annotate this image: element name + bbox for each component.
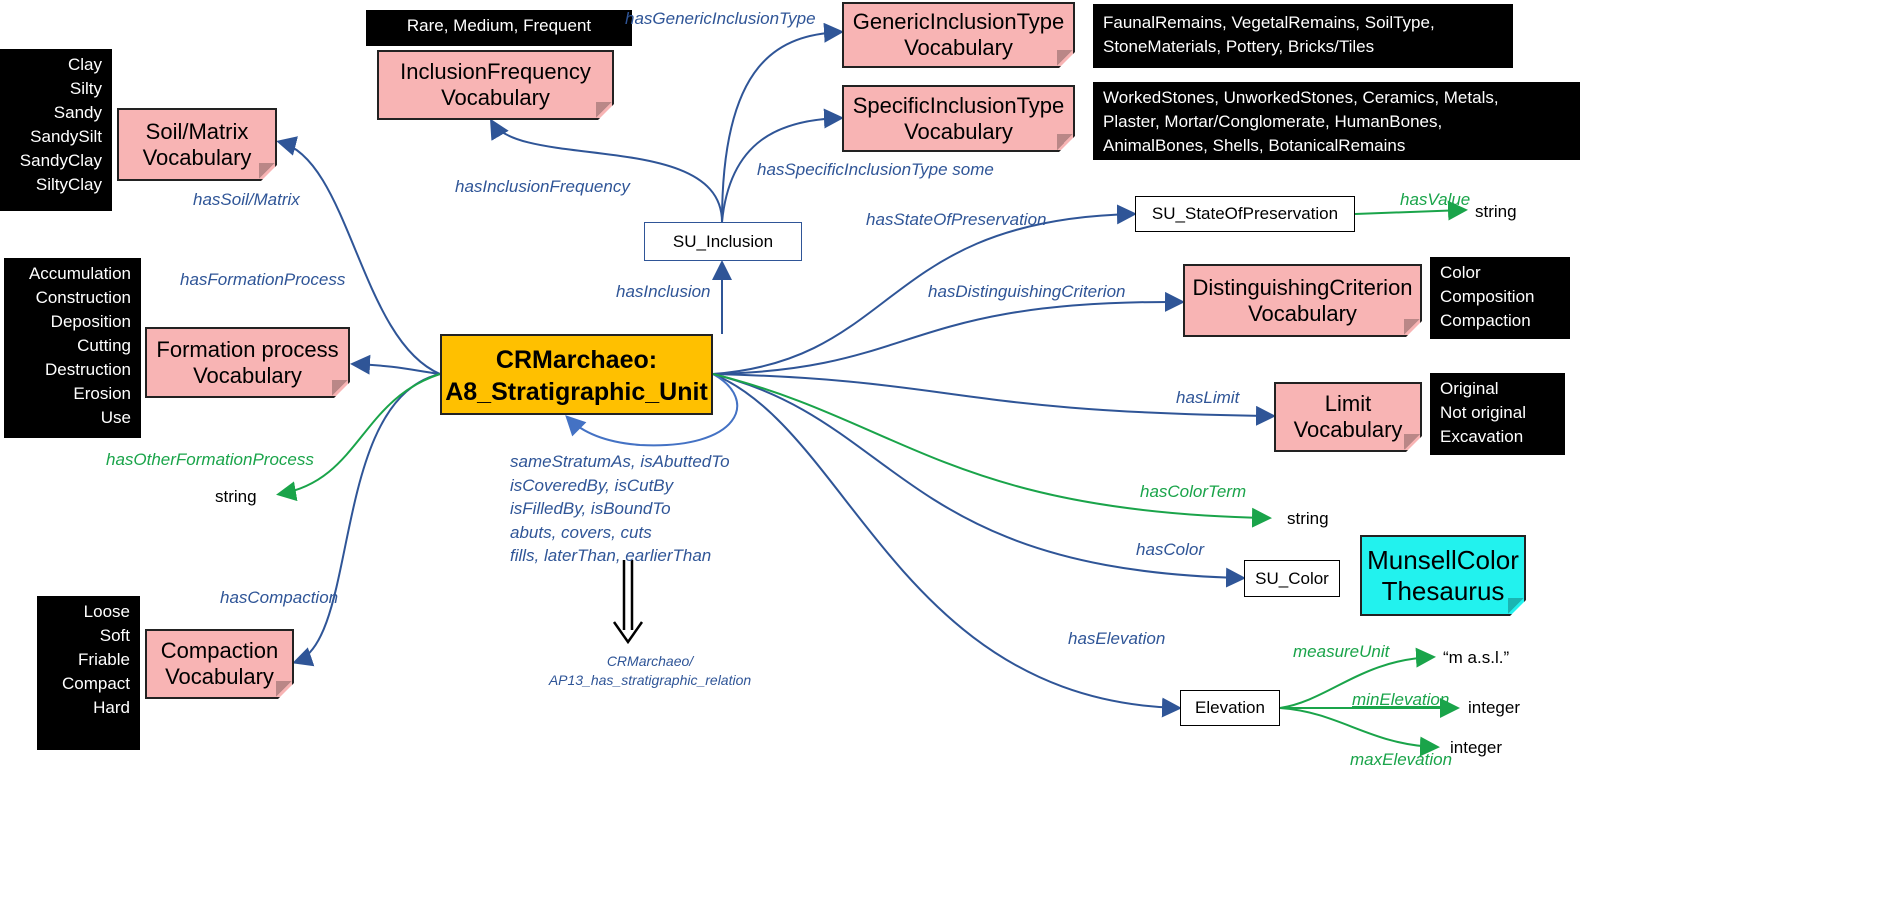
max-elevation-integer-literal: integer <box>1450 738 1502 757</box>
label-has-compaction: hasCompaction <box>220 588 339 607</box>
frequency-values-list: Rare, Medium, Frequent <box>366 10 632 46</box>
central-line1: CRMarchaeo: <box>495 346 658 374</box>
label-has-soil-matrix: hasSoil/Matrix <box>193 190 300 209</box>
label-has-inclusion-frequency: hasInclusionFrequency <box>455 177 630 196</box>
label-max-elevation: maxElevation <box>1350 750 1453 769</box>
generic-inclusion-type-vocabulary[interactable]: GenericInclusionType Vocabulary <box>842 2 1075 68</box>
masl-literal: “m a.s.l.” <box>1443 648 1510 667</box>
label-measure-unit: measureUnit <box>1293 642 1390 661</box>
label-min-elevation: minElevation <box>1352 690 1450 709</box>
label-has-elevation: hasElevation <box>1068 629 1166 648</box>
limit-values-list: Original Not original Excavation <box>1430 373 1565 455</box>
central-line2: A8_Stratigraphic_Unit <box>445 378 708 406</box>
other-formation-string-literal: string <box>215 487 257 506</box>
label-has-limit: hasLimit <box>1176 388 1240 407</box>
generic-values-list: FaunalRemains, VegetalRemains, SoilType,… <box>1093 4 1513 68</box>
min-elevation-integer-literal: integer <box>1468 698 1520 717</box>
edge-has-compaction <box>292 373 441 667</box>
edge-max-elevation <box>1279 707 1440 757</box>
edge-has-formation-process <box>350 354 441 375</box>
elevation-class[interactable]: Elevation <box>1180 690 1280 726</box>
stratigraphic-super-property: CRMarchaeo/AP13_has_stratigraphic_relati… <box>548 653 752 688</box>
label-has-other-formation-process: hasOtherFormationProcess <box>106 450 314 469</box>
formation-values-list: Accumulation Construction Deposition Cuttin… <box>4 258 141 438</box>
stratigraphic-relations-list: sameStratumAs, isAbuttedTo isCoveredBy, i… <box>510 452 730 565</box>
label-has-color-term: hasColorTerm <box>1140 482 1247 501</box>
distinguishing-criterion-vocabulary[interactable]: DistinguishingCriterion Vocabulary <box>1183 264 1422 337</box>
color-term-string-literal: string <box>1287 509 1329 528</box>
criterion-values-list: Color Composition Compaction <box>1430 257 1570 339</box>
label-has-specific-inclusion-type: hasSpecificInclusionType some <box>757 160 994 179</box>
edge-has-distinguishing-criterion <box>712 291 1185 375</box>
label-has-value: hasValue <box>1400 190 1471 209</box>
specific-values-list: WorkedStones, UnworkedStones, Ceramics, … <box>1093 82 1580 160</box>
label-has-distinguishing-criterion: hasDistinguishingCriterion <box>928 282 1126 301</box>
compaction-values-list: Loose Soft Friable Compact Hard <box>37 596 140 750</box>
edge-has-generic-inclusion-type <box>721 22 844 223</box>
formation-process-vocabulary[interactable]: Formation process Vocabulary <box>145 327 350 398</box>
central-node-stratigraphic-unit[interactable]: CRMarchaeo: A8_Stratigraphic_Unit <box>440 334 713 415</box>
label-has-formation-process: hasFormationProcess <box>180 270 346 289</box>
label-has-generic-inclusion-type: hasGenericInclusionType <box>625 9 816 28</box>
label-has-color: hasColor <box>1136 540 1205 559</box>
su-color-class[interactable]: SU_Color <box>1244 560 1340 597</box>
munsell-color-thesaurus[interactable]: MunsellColor Thesaurus <box>1360 535 1526 616</box>
compaction-vocabulary[interactable]: Compaction Vocabulary <box>145 629 294 699</box>
su-inclusion-class[interactable]: SU_Inclusion <box>644 222 802 261</box>
soil-matrix-vocabulary[interactable]: Soil/Matrix Vocabulary <box>117 108 277 181</box>
soil-values-list: Clay Silty Sandy SandySilt SandyClay SiltyCla… <box>0 49 112 211</box>
specific-inclusion-type-vocabulary[interactable]: SpecificInclusionType Vocabulary <box>842 85 1075 152</box>
limit-vocabulary[interactable]: Limit Vocabulary <box>1274 382 1422 452</box>
label-has-inclusion: hasInclusion <box>616 282 711 301</box>
label-has-state-of-preservation: hasStateOfPreservation <box>866 210 1047 229</box>
preservation-string-literal: string <box>1475 202 1517 221</box>
double-arrow-icon <box>612 560 644 645</box>
su-state-of-preservation-class[interactable]: SU_StateOfPreservation <box>1135 196 1355 232</box>
edge-has-elevation <box>712 373 1182 718</box>
edge-has-value <box>1354 200 1468 221</box>
inclusion-frequency-vocabulary[interactable]: InclusionFrequency Vocabulary <box>377 50 614 120</box>
edge-has-inclusion-frequency <box>489 118 723 223</box>
